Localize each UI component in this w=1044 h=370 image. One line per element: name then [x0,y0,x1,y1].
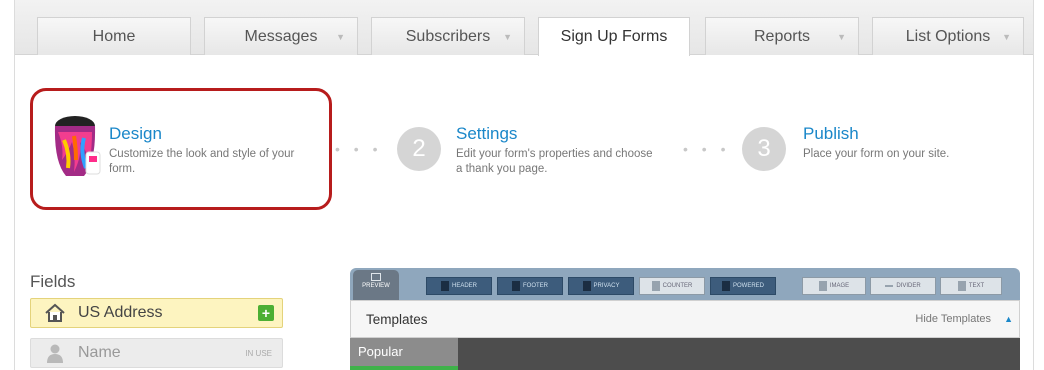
tab-label: List Options [905,27,991,45]
text-icon [957,281,966,291]
tab-subscribers[interactable]: Subscribers ▼ [371,17,525,55]
form-editor: PREVIEW HEADER FOOTER PRIVACY COUNTER PO… [350,268,1020,370]
check-icon [582,281,591,291]
chevron-down-icon[interactable]: ▼ [1002,32,1011,42]
toolbar-button-label: POWERED [732,283,764,289]
tab-sign-up-forms[interactable]: Sign Up Forms [538,17,690,56]
step-desc-design: Customize the look and style of your for… [109,148,295,175]
toolbar-button-label: PRIVACY [593,283,620,289]
app-frame: Home Messages ▼ Subscribers ▼ Sign Up Fo… [14,0,1034,370]
field-name[interactable]: Name IN USE [30,338,283,368]
step-desc-settings: Edit your form's properties and choose a… [456,148,653,175]
templates-header: Templates Hide Templates ▲ [350,300,1020,338]
templates-title: Templates [366,312,428,327]
editor-toolbar: PREVIEW HEADER FOOTER PRIVACY COUNTER PO… [350,268,1020,300]
fields-heading: Fields [30,272,76,291]
house-icon [45,303,65,322]
field-us-address[interactable]: US Address + [30,298,283,328]
arrow-down-icon [512,281,520,291]
image-button[interactable]: IMAGE [802,277,866,295]
field-label: US Address [78,304,163,321]
counter-icon [651,281,660,291]
toolbar-button-label: FOOTER [523,283,548,289]
field-label: Name [78,344,121,361]
preview-button[interactable]: PREVIEW [353,270,399,300]
tab-popular[interactable]: Popular [350,338,458,366]
footer-button[interactable]: FOOTER [497,277,563,295]
step-connector: • • • [683,141,731,157]
divider-button[interactable]: DIVIDER [870,277,936,295]
toolbar-button-label: HEADER [451,283,477,289]
tab-messages[interactable]: Messages ▼ [204,17,358,55]
monitor-icon [371,273,381,281]
preview-label: PREVIEW [362,283,390,289]
add-field-button[interactable]: + [258,305,274,321]
chevron-down-icon[interactable]: ▼ [837,32,846,42]
divider-icon [885,285,894,287]
paint-bucket-icon [54,116,101,176]
privacy-button[interactable]: PRIVACY [568,277,634,295]
tab-home[interactable]: Home [37,17,191,55]
toolbar-button-label: TEXT [968,283,985,289]
active-tab-indicator [350,366,458,370]
toolbar-button-label: COUNTER [662,283,693,289]
tab-label: Home [92,27,136,45]
step-title-publish[interactable]: Publish [803,124,859,144]
step-connector: • • • [335,141,383,157]
step-title-settings[interactable]: Settings [456,124,517,144]
counter-button[interactable]: COUNTER [639,277,705,295]
tab-reports[interactable]: Reports ▼ [705,17,859,55]
chevron-up-icon[interactable]: ▲ [1004,314,1013,324]
tab-label: Messages [244,27,318,45]
step-desc-publish: Place your form on your site. [803,148,950,160]
image-icon [818,281,827,291]
person-icon [47,344,63,363]
hide-templates-link[interactable]: Hide Templates [915,313,991,325]
text-button[interactable]: TEXT [940,277,1002,295]
toolbar-button-label: DIVIDER [896,283,921,289]
chevron-down-icon[interactable]: ▼ [336,32,345,42]
step-number-3: 3 [742,127,786,171]
tab-label: Reports [753,27,811,45]
nav-tabbar: Home Messages ▼ Subscribers ▼ Sign Up Fo… [15,0,1033,56]
tab-label: Sign Up Forms [560,28,668,45]
toolbar-button-label: IMAGE [829,283,850,289]
tab-label: Subscribers [405,27,491,45]
chevron-down-icon[interactable]: ▼ [503,32,512,42]
step-number-2: 2 [397,127,441,171]
step-title-design[interactable]: Design [109,124,162,144]
arrow-up-icon [440,281,449,291]
powered-icon [721,281,730,291]
header-button[interactable]: HEADER [426,277,492,295]
in-use-badge: IN USE [245,349,272,358]
templates-panel: Popular [350,338,1020,370]
powered-button[interactable]: POWERED [710,277,776,295]
tab-list-options[interactable]: List Options ▼ [872,17,1024,55]
